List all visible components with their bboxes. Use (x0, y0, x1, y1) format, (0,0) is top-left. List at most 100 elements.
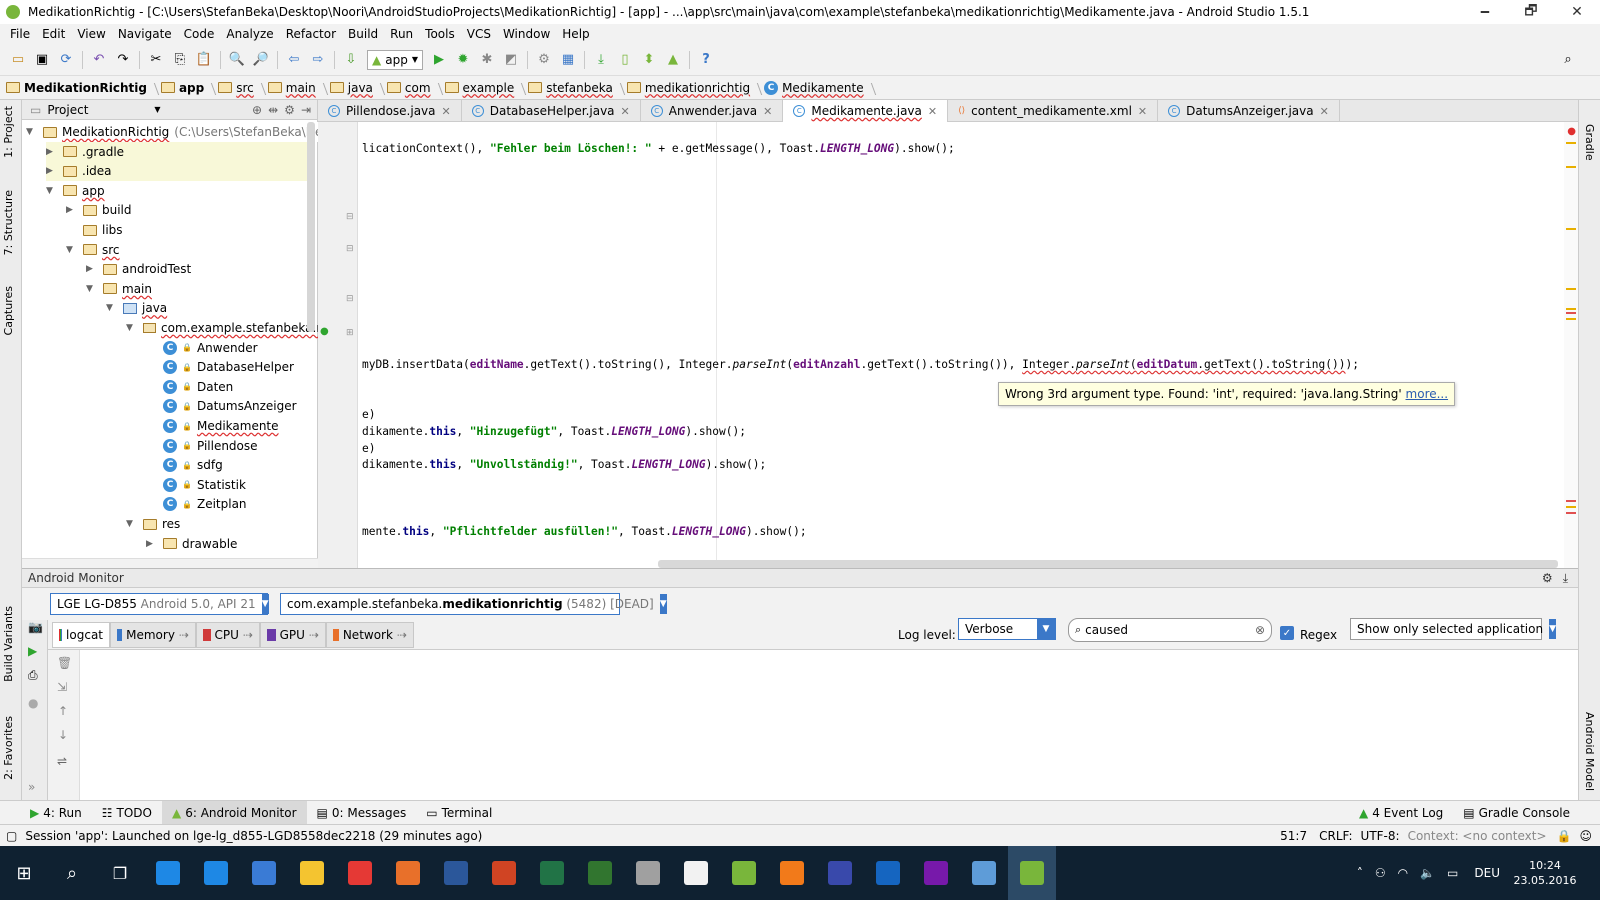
tree-item[interactable]: ▼ java (106, 298, 167, 318)
expand-arrow-icon[interactable]: ▼ (126, 519, 138, 529)
menu-file[interactable]: File (4, 27, 36, 41)
menu-help[interactable]: Help (556, 27, 595, 41)
tree-item[interactable]: libs (66, 220, 123, 240)
device-select[interactable]: LGE LG-D855 Android 5.0, API 21 ▼ (50, 593, 269, 615)
taskbar-app-icon[interactable] (720, 846, 768, 900)
wifi-icon[interactable]: ◠ (1398, 866, 1408, 880)
tab-logcat[interactable]: logcat (52, 622, 110, 648)
minimize-button[interactable]: 🗕 (1462, 0, 1508, 24)
undo-icon[interactable]: ↶ (91, 52, 107, 68)
close-tab-icon[interactable]: ✕ (763, 105, 772, 118)
tool-tab-project[interactable]: 1: Project (2, 106, 15, 158)
breadcrumb-item[interactable]: main (267, 81, 326, 95)
breadcrumb-item[interactable]: app (160, 81, 214, 95)
tree-item[interactable]: ▼ src (66, 240, 120, 260)
back-icon[interactable]: ⇦ (286, 52, 302, 68)
taskbar-app-icon[interactable] (336, 846, 384, 900)
gear-icon[interactable]: ⚙ (1542, 571, 1553, 585)
taskbar-app-icon[interactable] (192, 846, 240, 900)
menu-window[interactable]: Window (497, 27, 556, 41)
run-icon[interactable]: ▶ (431, 52, 447, 68)
breadcrumb-item[interactable]: com (386, 81, 441, 95)
taskbar-app-icon[interactable] (432, 846, 480, 900)
menu-code[interactable]: Code (178, 27, 221, 41)
forward-icon[interactable]: ⇨ (310, 52, 326, 68)
tree-item[interactable]: ▼ app (46, 181, 105, 201)
hide-panel-icon[interactable]: ⇥ (301, 103, 311, 117)
menu-build[interactable]: Build (342, 27, 384, 41)
taskbar-app-icon[interactable] (816, 846, 864, 900)
tree-item[interactable]: C 🔒 sdfg (146, 455, 223, 475)
tree-item[interactable]: C 🔒 DatumsAnzeiger (146, 396, 297, 416)
editor-horizontal-scrollbar[interactable] (658, 560, 1558, 568)
sdk-manager-icon[interactable]: ▦ (560, 52, 576, 68)
tab-memory[interactable]: Memory ⇢ (110, 622, 196, 648)
fold-icon[interactable]: ⊞ (346, 328, 354, 338)
tree-item[interactable]: C 🔒 Medikamente (146, 416, 279, 436)
menu-tools[interactable]: Tools (419, 27, 461, 41)
tool-tab-captures[interactable]: Captures (2, 286, 15, 335)
menu-edit[interactable]: Edit (36, 27, 71, 41)
avd-manager-icon[interactable]: ▯ (617, 52, 633, 68)
project-horizontal-scrollbar[interactable] (22, 558, 318, 568)
taskbar-app-icon[interactable] (624, 846, 672, 900)
help-icon[interactable]: ? (698, 52, 714, 68)
project-structure-icon[interactable]: ⚙ (536, 52, 552, 68)
run-config-select[interactable]: ▲ app ▼ (367, 49, 423, 70)
taskbar-app-icon[interactable] (864, 846, 912, 900)
arrow-down-icon[interactable]: ↓ (58, 728, 68, 742)
tree-item[interactable]: C 🔒 Zeitplan (146, 494, 247, 514)
tree-item[interactable]: ▶ drawable (146, 534, 237, 554)
log-search-box[interactable]: ⌕ ⊗ (1068, 618, 1272, 642)
screen-record-icon[interactable]: ▶ (28, 644, 37, 658)
taskbar-app-icon[interactable] (1008, 846, 1056, 900)
breadcrumb-item[interactable]: MedikationRichtig (6, 81, 157, 95)
tab-gpu[interactable]: GPU ⇢ (260, 622, 326, 648)
search-icon[interactable]: ⌕ (48, 846, 96, 900)
screenshot-icon[interactable]: 📷 (28, 620, 43, 634)
project-scrollbar[interactable] (307, 122, 315, 332)
close-tab-icon[interactable]: ✕ (1320, 105, 1329, 118)
copy-icon[interactable]: ⎘ (172, 52, 188, 68)
tree-item[interactable]: C 🔒 Statistik (146, 475, 246, 495)
hide-panel-icon[interactable]: ⤓ (1563, 571, 1568, 586)
log-level-select[interactable]: Verbose ▼ (958, 618, 1056, 640)
open-folder-icon[interactable]: ▭ (10, 52, 26, 68)
tool-tab-gradle-console[interactable]: ▤ Gradle Console (1453, 801, 1580, 825)
close-button[interactable]: ✕ (1554, 0, 1600, 24)
tree-item[interactable]: C 🔒 DatabaseHelper (146, 357, 294, 377)
cut-icon[interactable]: ✂ (148, 52, 164, 68)
tree-item[interactable]: ▶ androidTest (86, 259, 191, 279)
menu-navigate[interactable]: Navigate (112, 27, 178, 41)
fold-icon[interactable]: ⊟ (346, 212, 354, 222)
tree-item[interactable]: ▼ res (126, 514, 180, 534)
expand-arrow-icon[interactable]: ▼ (46, 186, 58, 196)
menu-run[interactable]: Run (384, 27, 419, 41)
maximize-button[interactable]: 🗗 (1508, 0, 1554, 24)
tree-item[interactable]: ▼ com.example.stefanbeka.n (126, 318, 324, 338)
tab-network[interactable]: Network ⇢ (326, 622, 414, 648)
soft-wrap-icon[interactable]: ⇌ (57, 754, 67, 768)
close-tab-icon[interactable]: ✕ (1138, 105, 1147, 118)
stop-icon[interactable]: ◩ (503, 52, 519, 68)
log-search-input[interactable] (1085, 623, 1251, 637)
editor-tab[interactable]: C DatumsAnzeiger.java ✕ (1158, 100, 1340, 122)
editor-tab[interactable]: C Anwender.java ✕ (641, 100, 784, 122)
trash-icon[interactable]: 🗑 (57, 656, 72, 670)
language-indicator[interactable]: DEU (1474, 866, 1500, 880)
tool-tab-build-variants[interactable]: Build Variants (2, 606, 15, 682)
tool-tab-structure[interactable]: 7: Structure (2, 190, 15, 255)
expand-arrow-icon[interactable]: ▼ (106, 303, 118, 313)
collapse-arrow-icon[interactable]: ▶ (86, 264, 98, 274)
error-indicator-icon[interactable]: ● (1567, 126, 1576, 137)
error-stripe[interactable]: ● (1564, 122, 1578, 568)
replace-icon[interactable]: 🔎 (253, 52, 269, 68)
regex-checkbox[interactable]: ✓ (1280, 626, 1294, 640)
task-view-icon[interactable]: ❐ (96, 846, 144, 900)
inspector-icon[interactable]: ☺ (1579, 829, 1592, 843)
more-link[interactable]: more... (1406, 387, 1449, 401)
tool-tab-messages[interactable]: ▤ 0: Messages (307, 801, 417, 825)
close-tab-icon[interactable]: ✕ (621, 105, 630, 118)
editor-tab[interactable]: ⟨⟩ content_medikamente.xml ✕ (948, 100, 1159, 122)
tree-item[interactable]: ▶ .gradle (46, 141, 312, 162)
